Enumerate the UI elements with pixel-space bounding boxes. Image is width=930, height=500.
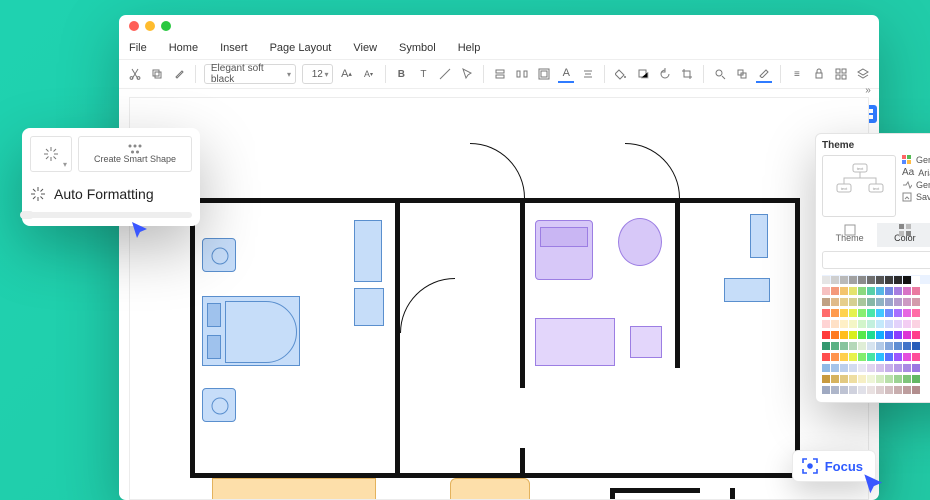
lock-icon[interactable] — [811, 65, 827, 83]
auto-formatting-label: Auto Formatting — [54, 186, 154, 202]
svg-text:text: text — [857, 166, 864, 171]
pen-icon[interactable] — [756, 65, 772, 83]
entry-shelf — [724, 278, 770, 302]
menu-insert[interactable]: Insert — [220, 42, 248, 54]
smart-shape-label: Create Smart Shape — [94, 155, 176, 165]
svg-text:text: text — [841, 186, 848, 191]
palette-row[interactable]: Charm — [822, 286, 930, 295]
cursor-icon-2 — [862, 472, 888, 498]
armchair — [618, 218, 662, 266]
focus-icon — [801, 457, 819, 475]
app-window: File Home Insert Page Layout View Symbol… — [119, 15, 879, 500]
palette-row[interactable]: Placid — [822, 385, 930, 394]
create-smart-shape-button[interactable]: Create Smart Shape — [78, 136, 192, 172]
format-slider[interactable] — [30, 212, 192, 218]
kitchen-counter — [212, 478, 376, 500]
menubar: File Home Insert Page Layout View Symbol… — [119, 37, 879, 59]
group-icon[interactable] — [536, 65, 552, 83]
palette-row[interactable]: Tranquil — [822, 363, 930, 372]
nightstand-2 — [202, 388, 236, 422]
max-dot[interactable] — [161, 21, 171, 31]
palette-row[interactable]: Antique — [822, 297, 930, 306]
line-icon[interactable] — [437, 65, 453, 83]
nightstand-1 — [202, 238, 236, 272]
tab-color[interactable]: Color — [877, 223, 930, 247]
fill-icon[interactable] — [613, 65, 629, 83]
add-palette-button[interactable]: + — [822, 251, 930, 269]
paintbrush-icon[interactable] — [171, 65, 187, 83]
palette-row[interactable]: Sprinkle — [822, 352, 930, 361]
sofa — [535, 220, 593, 280]
menu-home[interactable]: Home — [169, 42, 198, 54]
focus-label: Focus — [825, 459, 863, 474]
side-table — [630, 326, 662, 358]
fontcolor-icon[interactable]: A — [558, 65, 574, 83]
palette-row[interactable]: Live — [822, 319, 930, 328]
cut-icon[interactable] — [127, 65, 143, 83]
toolbar: Elegant soft black 12 A▴ A▾ B T A ≡ — [119, 59, 879, 89]
theme-tabs: Theme Color Connector AaText — [822, 223, 930, 247]
font-size: 12 — [312, 69, 323, 80]
dec-font-icon[interactable]: A▾ — [361, 65, 377, 83]
menu-symbol[interactable]: Symbol — [399, 42, 436, 54]
distribute-icon[interactable] — [514, 65, 530, 83]
layers-icon[interactable] — [734, 65, 750, 83]
rotate-icon[interactable] — [657, 65, 673, 83]
close-dot[interactable] — [129, 21, 139, 31]
shadow-icon[interactable] — [635, 65, 651, 83]
crop-icon[interactable] — [679, 65, 695, 83]
min-dot[interactable] — [145, 21, 155, 31]
theme-preview[interactable]: text text text — [822, 155, 896, 217]
menu-help[interactable]: Help — [458, 42, 481, 54]
palette-row[interactable]: Fresh — [822, 308, 930, 317]
prop-font[interactable]: Arial — [918, 168, 930, 178]
cursor-icon — [130, 220, 152, 242]
center-icon[interactable] — [580, 65, 596, 83]
theme-title: Theme — [822, 140, 930, 151]
prop-general[interactable]: General — [916, 155, 930, 165]
font-size-select[interactable]: 12 — [302, 64, 332, 84]
grid2-icon[interactable] — [833, 65, 849, 83]
kitchen-island — [450, 478, 530, 500]
tab-theme[interactable]: Theme — [822, 223, 877, 247]
palette-row[interactable]: General — [822, 275, 930, 284]
search-icon[interactable] — [712, 65, 728, 83]
prop-save[interactable]: Save The... — [916, 192, 930, 202]
prop-style[interactable]: General 1 — [916, 180, 930, 190]
palette-row[interactable]: Crystal — [822, 330, 930, 339]
spark-dropdown[interactable] — [30, 136, 72, 172]
bold-icon[interactable]: B — [393, 65, 409, 83]
auto-formatting-item[interactable]: Auto Formatting — [30, 186, 192, 202]
palette-list: General Charm Antique Fresh Live Crystal Broad… — [822, 275, 930, 394]
align-icon[interactable] — [492, 65, 508, 83]
entry-bench — [750, 214, 768, 258]
text-icon[interactable]: T — [415, 65, 431, 83]
font-name: Elegant soft black — [211, 63, 281, 85]
pointer-icon[interactable] — [459, 65, 475, 83]
theme-props: General AaArial General 1 Save The... — [902, 155, 930, 217]
coffee-table — [535, 318, 615, 366]
palette-row[interactable]: Opulent — [822, 374, 930, 383]
theme-panel: Theme text text text General AaArial Gen… — [815, 133, 930, 403]
inc-font-icon[interactable]: A▴ — [339, 65, 355, 83]
font-select[interactable]: Elegant soft black — [204, 64, 296, 84]
svg-text:text: text — [873, 186, 880, 191]
wardrobe — [354, 220, 382, 282]
bed — [202, 296, 300, 366]
canvas[interactable] — [129, 97, 869, 500]
titlebar — [119, 15, 879, 37]
dresser — [354, 288, 384, 326]
mline-icon[interactable]: ≡ — [789, 65, 805, 83]
menu-file[interactable]: File — [129, 42, 147, 54]
copy-icon[interactable] — [149, 65, 165, 83]
menu-view[interactable]: View — [353, 42, 377, 54]
auto-format-popover: Create Smart Shape Auto Formatting — [22, 128, 200, 226]
menu-page-layout[interactable]: Page Layout — [270, 42, 332, 54]
palette-row[interactable]: Broad — [822, 341, 930, 350]
